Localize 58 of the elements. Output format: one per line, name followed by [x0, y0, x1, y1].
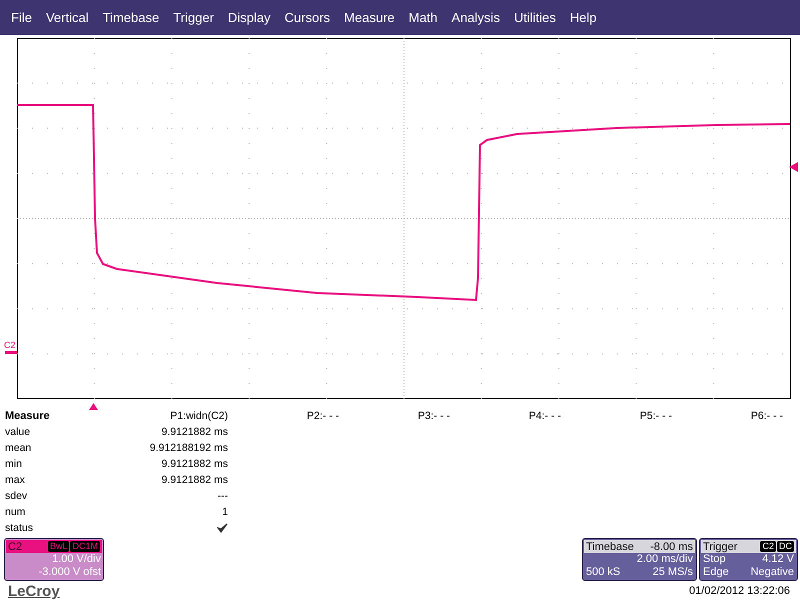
- menu-item[interactable]: Measure: [337, 10, 402, 25]
- trigger-tag: DC: [777, 541, 794, 552]
- channel-descriptor[interactable]: C2 BwL DC1M 1.00 V/div -3.000 V ofst: [4, 538, 104, 581]
- trigger-mode: Stop: [703, 553, 726, 566]
- trigger-descriptor[interactable]: Trigger C2 DC Stop 4.12 V Edge Negative: [699, 538, 798, 581]
- measure-value: 1: [221, 505, 228, 520]
- measure-value: 9.9121882 ms: [160, 457, 228, 472]
- timebase-descriptor[interactable]: Timebase -8.00 ms 2.00 ms/div 500 kS 25 MS/s: [582, 538, 697, 581]
- brand-logo: LeCroy: [7, 583, 61, 600]
- menu-item[interactable]: Analysis: [444, 10, 507, 25]
- menu-item[interactable]: Help: [562, 10, 604, 25]
- menu-item[interactable]: File: [4, 10, 39, 25]
- timebase-scale: 2.00 ms/div: [636, 553, 693, 566]
- timestamp: 01/02/2012 13:22:06: [689, 585, 791, 597]
- checkmark-icon: [217, 523, 228, 533]
- channel-ground-marker: [5, 350, 17, 354]
- vertical-scale: 1.00 V/div: [51, 553, 102, 566]
- menu-item[interactable]: Utilities: [506, 10, 563, 25]
- statistic-label: mean: [5, 441, 32, 456]
- panel-title: Trigger: [703, 540, 738, 552]
- vertical-offset: -3.000 V ofst: [38, 566, 102, 579]
- menu-item[interactable]: Math: [402, 10, 445, 25]
- statistic-label: status: [5, 521, 34, 536]
- statistic-label: num: [5, 505, 26, 520]
- statistic-label: sdev: [5, 489, 28, 504]
- parameter-header: P5:- - -: [638, 409, 672, 424]
- measure-value: ---: [216, 489, 228, 504]
- parameter-header: P4:- - -: [528, 409, 561, 424]
- channel-tag: BwL: [48, 541, 70, 552]
- menu-item[interactable]: Trigger: [166, 10, 221, 25]
- menu-item[interactable]: Cursors: [278, 10, 338, 25]
- trigger-level-marker: [789, 162, 798, 172]
- trigger-slope: Negative: [750, 566, 794, 579]
- channel-label: C2: [4, 340, 16, 350]
- trigger-level: 4.12 V: [762, 553, 794, 566]
- measure-title: Measure: [5, 409, 51, 424]
- menu-item[interactable]: Display: [220, 10, 278, 25]
- parameter-header: P1:widn(C2): [169, 409, 228, 424]
- parameter-header: P6:- - -: [750, 409, 783, 424]
- statistic-label: value: [5, 425, 32, 440]
- measure-value: 9.9121882 ms: [160, 425, 228, 440]
- timebase-delay: -8.00 ms: [650, 540, 693, 552]
- channel-tag: DC1M: [70, 541, 100, 552]
- measure-value: 9.912188192 ms: [148, 441, 228, 456]
- parameter-header: P3:- - -: [416, 409, 450, 424]
- channel-name: C2: [8, 540, 22, 552]
- trigger-type: Edge: [703, 566, 729, 579]
- statistic-label: max: [5, 473, 26, 488]
- parameter-header: P2:- - -: [306, 409, 339, 424]
- trigger-position-marker: [89, 403, 98, 410]
- menu-item[interactable]: Timebase: [96, 10, 166, 25]
- panel-title: Timebase: [586, 540, 634, 552]
- statistic-label: min: [5, 457, 23, 472]
- menu-item[interactable]: Vertical: [38, 10, 96, 25]
- sample-count: 500 kS: [586, 566, 620, 579]
- measure-value: 9.9121882 ms: [160, 473, 228, 488]
- sample-rate: 25 MS/s: [652, 566, 693, 579]
- trigger-tag: C2: [760, 541, 776, 552]
